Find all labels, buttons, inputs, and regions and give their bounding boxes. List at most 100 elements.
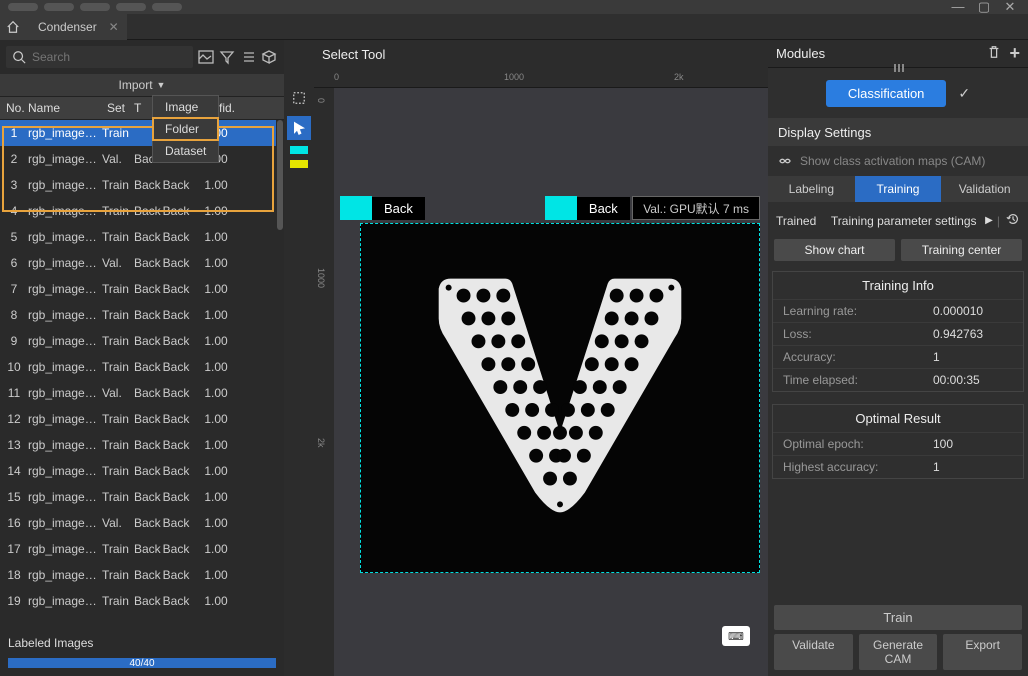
image-display[interactable] — [360, 223, 760, 573]
cell-no: 2 — [0, 152, 28, 166]
cell-name: rgb_image… — [28, 282, 98, 296]
select-tool-button[interactable] — [287, 86, 311, 110]
filter-icon[interactable] — [218, 48, 235, 66]
cell-no: 16 — [0, 516, 28, 530]
canvas-area: Select Tool 0 1000 2k 0 1000 2k Back — [284, 40, 768, 676]
cell-name: rgb_image… — [28, 152, 98, 166]
close-button[interactable]: ✕ — [1002, 0, 1018, 15]
search-input[interactable] — [32, 50, 187, 64]
cell-conf: 1.00 — [194, 516, 238, 530]
table-row[interactable]: 2rgb_image…Val.BackBack1.00 — [0, 146, 284, 172]
import-menu-dataset[interactable]: Dataset — [153, 140, 218, 162]
cell-no: 14 — [0, 464, 28, 478]
table-row[interactable]: 12rgb_image…TrainBackBack1.00 — [0, 406, 284, 432]
table-row[interactable]: 4rgb_image…TrainBackBack1.00 — [0, 198, 284, 224]
table-row[interactable]: 9rgb_image…TrainBackBack1.00 — [0, 328, 284, 354]
cell-conf: 1.00 — [194, 386, 238, 400]
list-icon[interactable] — [240, 48, 257, 66]
train-button[interactable]: Train — [774, 605, 1022, 630]
image-grid-icon[interactable] — [197, 48, 214, 66]
cell-set: Train — [98, 334, 134, 348]
cell-name: rgb_image… — [28, 204, 98, 218]
color-cyan[interactable] — [290, 146, 308, 154]
table-row[interactable]: 1rgb_image…TrainBack1.00 — [0, 120, 284, 146]
show-chart-button[interactable]: Show chart — [774, 239, 895, 261]
tab-bar: Condenser ✕ — [0, 14, 1028, 40]
table-row[interactable]: 19rgb_image…TrainBackBack1.00 — [0, 588, 284, 614]
tab-validation[interactable]: Validation — [941, 176, 1028, 202]
table-row[interactable]: 5rgb_image…TrainBackBack1.00 — [0, 224, 284, 250]
table-row[interactable]: 17rgb_image…TrainBackBack1.00 — [0, 536, 284, 562]
trash-icon[interactable] — [987, 45, 1001, 62]
cell-conf: 1.00 — [194, 412, 238, 426]
home-button[interactable] — [0, 14, 26, 40]
info-row: Time elapsed:00:00:35 — [773, 368, 1023, 391]
keyboard-icon[interactable]: ⌨ — [722, 626, 750, 646]
table-row[interactable]: 13rgb_image…TrainBackBack1.00 — [0, 432, 284, 458]
cell-pred: Back — [158, 204, 194, 218]
label-chip-back-2[interactable]: Back — [545, 196, 630, 220]
cell-pred: Back — [158, 438, 194, 452]
table-row[interactable]: 16rgb_image…Val.BackBack1.00 — [0, 510, 284, 536]
cursor-tool-button[interactable] — [287, 116, 311, 140]
validate-button[interactable]: Validate — [774, 634, 853, 670]
cell-no: 8 — [0, 308, 28, 322]
progress-text: 40/40 — [8, 658, 276, 668]
col-name[interactable]: Name — [28, 101, 98, 115]
tab-close-icon[interactable]: ✕ — [109, 20, 119, 34]
tab-condenser[interactable]: Condenser ✕ — [26, 14, 127, 40]
color-yellow[interactable] — [290, 160, 308, 168]
add-icon[interactable]: + — [1009, 43, 1020, 64]
table-row[interactable]: 6rgb_image…Val.BackBack1.00 — [0, 250, 284, 276]
canvas-view[interactable]: Back Back Val.: GPU默认 7 ms — [334, 88, 768, 676]
cell-name: rgb_image… — [28, 490, 98, 504]
table-row[interactable]: 7rgb_image…TrainBackBack1.00 — [0, 276, 284, 302]
training-center-button[interactable]: Training center — [901, 239, 1022, 261]
table-row[interactable]: 3rgb_image…TrainBackBack1.00 — [0, 172, 284, 198]
generate-cam-button[interactable]: Generate CAM — [859, 634, 938, 670]
col-no[interactable]: No. — [0, 101, 28, 115]
minimize-button[interactable]: — — [950, 0, 966, 15]
tab-label: Condenser — [38, 20, 97, 34]
classification-button[interactable]: Classification — [826, 80, 947, 107]
history-icon[interactable] — [1006, 212, 1020, 229]
table-row[interactable]: 14rgb_image…TrainBackBack1.00 — [0, 458, 284, 484]
cell-tag: Back — [134, 230, 158, 244]
cell-name: rgb_image… — [28, 516, 98, 530]
scrollbar-thumb[interactable] — [277, 120, 283, 230]
box-icon[interactable] — [261, 48, 278, 66]
import-menu-image[interactable]: Image — [153, 96, 218, 118]
col-set[interactable]: Set — [98, 101, 134, 115]
cell-set: Train — [98, 412, 134, 426]
cell-pred: Back — [158, 412, 194, 426]
cell-set: Val. — [98, 152, 134, 166]
scrollbar-track[interactable] — [276, 120, 284, 632]
cell-name: rgb_image… — [28, 438, 98, 452]
cell-set: Train — [98, 230, 134, 244]
export-button[interactable]: Export — [943, 634, 1022, 670]
table-row[interactable]: 18rgb_image…TrainBackBack1.00 — [0, 562, 284, 588]
import-button[interactable]: Import ▼ Image Folder Dataset — [0, 74, 284, 96]
cell-no: 4 — [0, 204, 28, 218]
optimal-result-box: Optimal Result Optimal epoch:100Highest … — [772, 404, 1024, 479]
param-settings-link[interactable]: Training parameter settings — [826, 214, 981, 228]
cell-pred: Back — [158, 386, 194, 400]
cell-no: 7 — [0, 282, 28, 296]
cell-set: Train — [98, 438, 134, 452]
cell-pred: Back — [158, 568, 194, 582]
tab-labeling[interactable]: Labeling — [768, 176, 855, 202]
cam-row[interactable]: Show class activation maps (CAM) — [768, 146, 1028, 176]
label-chip-back-1[interactable]: Back — [340, 196, 425, 220]
table-row[interactable]: 10rgb_image…TrainBackBack1.00 — [0, 354, 284, 380]
check-icon[interactable]: ✓ — [958, 85, 970, 102]
drag-handle-icon[interactable] — [898, 64, 900, 72]
import-menu-folder[interactable]: Folder — [153, 118, 218, 140]
info-row: Loss:0.942763 — [773, 322, 1023, 345]
table-row[interactable]: 8rgb_image…TrainBackBack1.00 — [0, 302, 284, 328]
table-row[interactable]: 11rgb_image…Val.BackBack1.00 — [0, 380, 284, 406]
cell-set: Train — [98, 126, 134, 140]
search-box[interactable] — [6, 46, 193, 68]
maximize-button[interactable]: ▢ — [976, 0, 992, 15]
tab-training[interactable]: Training — [855, 176, 942, 202]
table-row[interactable]: 15rgb_image…TrainBackBack1.00 — [0, 484, 284, 510]
